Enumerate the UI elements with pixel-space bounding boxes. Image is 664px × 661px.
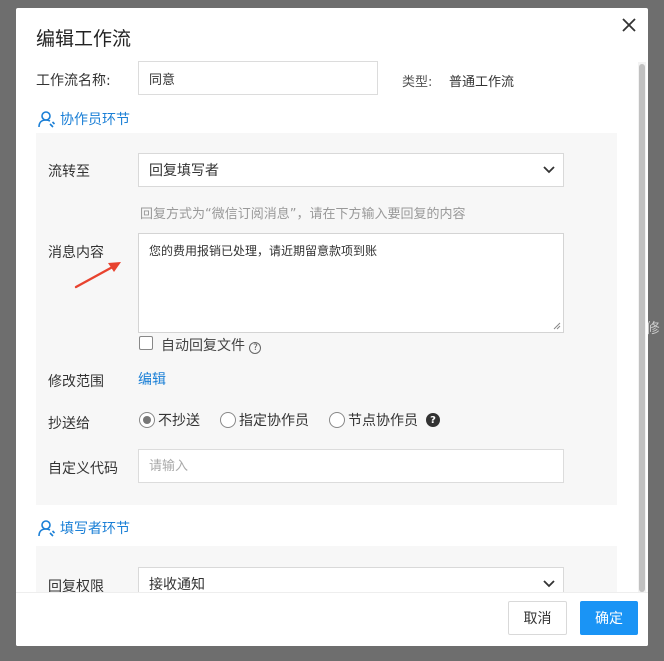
workflow-name-label: 工作流名称:	[36, 73, 111, 89]
user-icon	[38, 520, 56, 537]
chevron-down-icon	[543, 166, 555, 174]
cc-option-none[interactable]: 不抄送	[139, 410, 200, 430]
help-icon[interactable]: ?	[249, 342, 262, 354]
red-arrow-annotation	[74, 262, 121, 289]
flow-to-label: 流转至	[48, 164, 90, 180]
dialog-title: 编辑工作流	[36, 28, 132, 50]
workflow-name-input[interactable]	[138, 61, 378, 95]
type-label: 类型:	[402, 75, 433, 90]
filler-section-header: 填写者环节	[38, 518, 130, 538]
collaborator-section-title: 协作员环节	[60, 112, 130, 128]
reply-hint: 回复方式为“微信订阅消息”，请在下方输入要回复的内容	[140, 207, 466, 222]
auto-reply-checkbox[interactable]	[139, 336, 153, 350]
auto-reply-label: 自动回复文件	[161, 338, 245, 354]
modify-scope-edit-link[interactable]: 编辑	[138, 369, 166, 389]
modify-scope-label: 修改范围	[48, 374, 104, 390]
close-button[interactable]	[618, 14, 640, 36]
chevron-down-icon	[543, 580, 555, 588]
close-icon	[622, 18, 636, 32]
cc-radio-group: 不抄送 指定协作员 节点协作员 ?	[139, 410, 440, 430]
user-icon	[38, 111, 56, 128]
cc-option-label: 不抄送	[158, 413, 200, 429]
cc-option-label: 指定协作员	[239, 413, 309, 429]
cc-option-node[interactable]: 节点协作员	[329, 410, 418, 430]
filler-section-title: 填写者环节	[60, 521, 130, 537]
auto-reply-row: 自动回复文件 ?	[161, 335, 262, 355]
message-content-text: 您的费用报销已处理，请近期留意款项到账	[149, 244, 378, 258]
message-content-textarea[interactable]: 您的费用报销已处理，请近期留意款项到账	[138, 233, 564, 333]
custom-code-input[interactable]	[138, 449, 564, 483]
cc-label: 抄送给	[48, 416, 90, 432]
resize-handle-icon[interactable]	[553, 322, 561, 330]
confirm-button[interactable]: 确定	[580, 601, 638, 635]
cancel-button[interactable]: 取消	[508, 601, 567, 635]
radio-button[interactable]	[220, 412, 236, 428]
radio-button[interactable]	[329, 412, 345, 428]
type-value: 普通工作流	[449, 75, 515, 90]
reply-permission-value: 接收通知	[149, 577, 205, 593]
flow-to-value: 回复填写者	[149, 163, 219, 179]
radio-button[interactable]	[139, 412, 155, 428]
custom-code-label: 自定义代码	[48, 461, 118, 477]
scrollbar-thumb[interactable]	[639, 64, 645, 592]
collaborator-section-header: 协作员环节	[38, 109, 130, 129]
help-icon[interactable]: ?	[426, 413, 440, 427]
cc-option-specified[interactable]: 指定协作员	[220, 410, 309, 430]
edit-workflow-dialog: 编辑工作流 工作流名称: 类型: 普通工作流 协作员环节 流转至 回复填写者 回…	[16, 8, 648, 646]
flow-to-select[interactable]: 回复填写者	[138, 153, 564, 187]
cc-option-label: 节点协作员	[348, 413, 418, 429]
